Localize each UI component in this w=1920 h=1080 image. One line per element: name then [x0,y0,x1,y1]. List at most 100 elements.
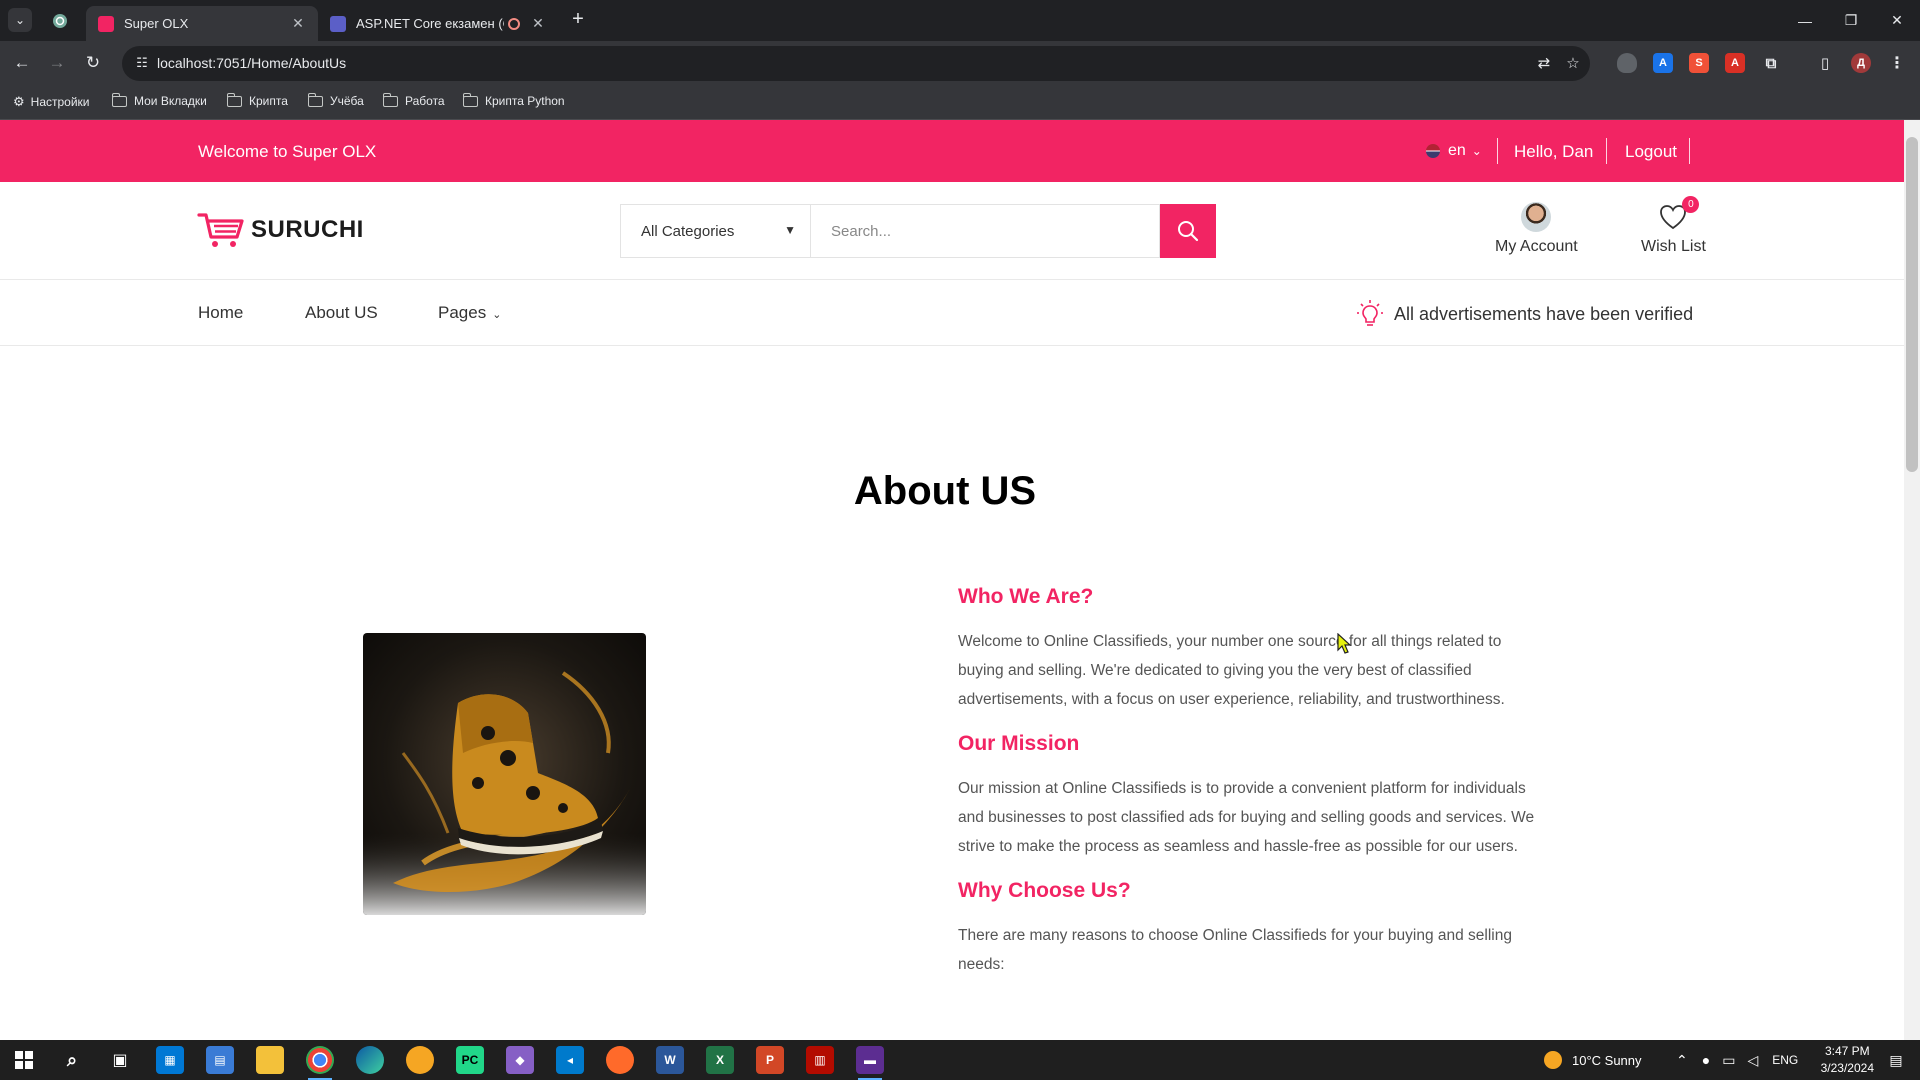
tab-super-olx[interactable]: Super OLX ✕ [86,6,318,41]
pdf-reader-icon[interactable]: ▥ [806,1046,834,1074]
profile-avatar[interactable]: Д [1851,53,1871,73]
bookmark-settings[interactable]: ⚙ Настройки [13,94,90,110]
wishlist-link[interactable]: 0 Wish List [1641,196,1706,256]
bookmarks-bar: ⚙ Настройки Мои Вкладки Крипта Учёба Рабо… [0,86,1920,120]
bookmark-folder[interactable]: Учёба [307,92,364,108]
user-greeting[interactable]: Hello, Dan [1514,142,1593,162]
divider [1689,138,1690,164]
terminal-icon[interactable]: ▬ [856,1046,884,1080]
edge-icon[interactable] [356,1046,384,1074]
word-icon[interactable]: W [656,1046,684,1074]
folder-icon [462,92,478,107]
section-heading: Who We Are? [958,585,1094,608]
translate-extension-icon[interactable]: A [1653,53,1673,73]
windows-taskbar: ⌕ ▣ ▦ ▤ PC ◆ ◂ W X P ▥ ▬ 10°C Sunny ⌃ ● … [0,1040,1920,1080]
about-sneaker-image [363,633,646,915]
section-text: Welcome to Online Classifieds, your numb… [958,633,1505,708]
close-tab-icon[interactable]: ✕ [530,15,546,32]
store-icon[interactable]: ▦ [156,1046,184,1074]
nav-about-us[interactable]: About US [305,303,378,323]
microphone-icon[interactable]: ● [1702,1052,1710,1068]
bookmark-label: Работа [405,94,445,108]
tab-search-button[interactable]: ⌄ [8,8,32,32]
site-logo[interactable]: SURUCHI [197,211,364,249]
bookmark-star-icon[interactable]: ☆ [1563,54,1583,74]
site-info-icon[interactable]: ☷ [133,55,151,73]
scrollbar-thumb[interactable] [1906,137,1918,472]
search-button[interactable] [1160,204,1216,258]
reload-icon[interactable]: ↻ [81,51,105,75]
forward-icon[interactable]: → [45,51,69,75]
show-hidden-icons-icon[interactable]: ⌃ [1676,1052,1688,1069]
file-explorer-icon[interactable] [256,1046,284,1074]
back-icon[interactable]: ← [10,51,34,75]
calculator-icon[interactable]: ▤ [206,1046,234,1074]
pycharm-icon[interactable]: PC [456,1046,484,1074]
super-olx-favicon-icon [98,15,114,32]
section-heading: Our Mission [958,732,1080,755]
close-window-icon[interactable]: ✕ [1874,0,1920,41]
side-panel-icon[interactable]: ▯ [1815,53,1835,73]
category-select[interactable]: All Categories ▼ [620,204,810,258]
top-bar: Welcome to Super OLX en ⌄ Hello, Dan Log… [0,120,1904,182]
pdf-extension-icon[interactable]: A [1725,53,1745,73]
nav-home[interactable]: Home [198,303,243,323]
new-tab-button[interactable]: + [566,8,590,31]
visual-studio-icon[interactable]: ◆ [506,1046,534,1074]
chevron-down-icon: ⌄ [492,309,502,321]
powerpoint-icon[interactable]: P [756,1046,784,1074]
extensions-puzzle-icon[interactable]: ⧉ [1761,53,1781,73]
about-content: Who We Are? Welcome to Online Classified… [958,585,1538,997]
search-icon[interactable]: ⌕ [58,1046,86,1074]
swift-extension-icon[interactable]: S [1689,53,1709,73]
bookmark-label: Настройки [30,95,90,109]
bookmark-folder[interactable]: Крипта Python [462,92,565,108]
logout-link[interactable]: Logout [1625,142,1677,162]
mouse-cursor-icon [1337,633,1351,654]
excel-icon[interactable]: X [706,1046,734,1074]
pinned-tab[interactable] [48,10,72,32]
restore-icon[interactable]: ❐ [1828,0,1874,41]
chevron-down-icon: ▼ [784,223,796,237]
url-text[interactable]: localhost:7051/Home/AboutUs [157,55,346,71]
vscode-icon[interactable]: ◂ [556,1046,584,1074]
teams-favicon-icon [330,15,346,32]
chevron-down-icon: ⌄ [1471,144,1482,158]
browser-tab-strip: ⌄ Super OLX ✕ ASP.NET Core екзамен (Co ✕… [0,0,1920,41]
input-language[interactable]: ENG [1772,1053,1798,1067]
system-tray[interactable]: ⌃ ● ▭ ◁ ENG [1676,1040,1798,1080]
section-heading: Why Choose Us? [958,879,1131,902]
nav-pages[interactable]: Pages ⌄ [438,303,501,323]
weather-widget[interactable]: 10°C Sunny [1544,1040,1642,1080]
site-header: SURUCHI All Categories ▼ Search... My Ac… [0,182,1904,280]
folder-icon [382,92,398,107]
address-bar[interactable]: ☷ localhost:7051/Home/AboutUs ⇄ ☆ [122,46,1590,81]
search-input[interactable]: Search... [810,204,1160,258]
lightbulb-icon [1357,300,1383,326]
close-tab-icon[interactable]: ✕ [290,15,306,32]
shield-extension-icon[interactable] [1617,53,1637,73]
network-icon[interactable]: ▭ [1722,1052,1735,1069]
shopping-cart-logo-icon [197,213,244,247]
language-label: en [1448,142,1466,159]
task-view-icon[interactable]: ▣ [106,1046,134,1074]
my-account-link[interactable]: My Account [1495,202,1578,256]
browser-menu-icon[interactable]: ⋮ [1887,53,1907,73]
folder-icon [111,92,127,107]
volume-icon[interactable]: ◁ [1747,1052,1758,1069]
minimize-icon[interactable]: — [1782,0,1828,41]
chrome-icon[interactable] [306,1046,334,1080]
notifications-icon[interactable]: ▤ [1882,1046,1910,1074]
taskbar-clock[interactable]: 3:47 PM 3/23/2024 [1821,1043,1874,1077]
language-selector[interactable]: en ⌄ [1426,142,1482,160]
tab-aspnet-exam[interactable]: ASP.NET Core екзамен (Co ✕ [318,6,558,41]
wishlist-count-badge: 0 [1682,196,1700,213]
bookmark-folder[interactable]: Мои Вкладки [111,92,207,108]
bookmark-folder[interactable]: Работа [382,92,445,108]
translate-icon[interactable]: ⇄ [1534,54,1554,74]
avatar [1521,202,1552,232]
bookmark-folder[interactable]: Крипта [226,92,288,108]
browser-app-icon[interactable] [406,1046,434,1074]
postman-icon[interactable] [606,1046,634,1074]
windows-start-icon[interactable] [10,1046,38,1074]
